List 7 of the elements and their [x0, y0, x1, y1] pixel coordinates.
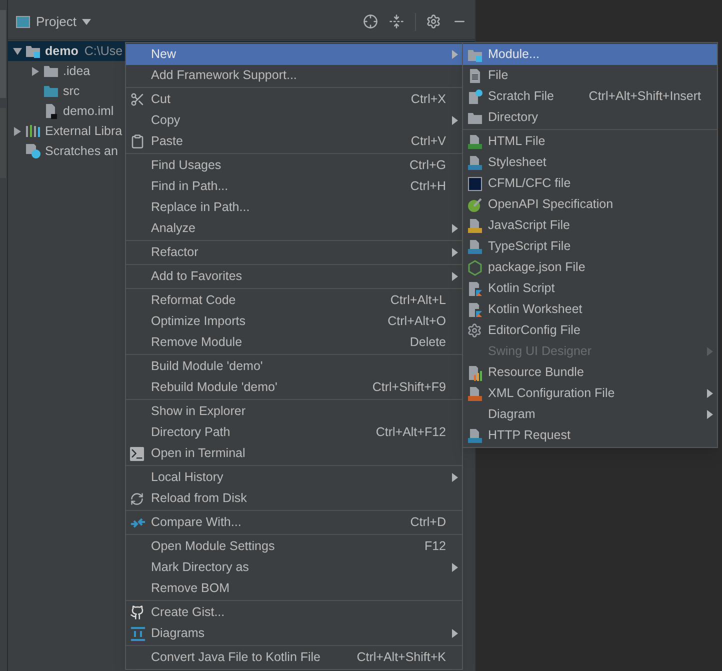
tree-item-label: demo: [45, 42, 78, 60]
tree-item-label: Scratches an: [45, 142, 118, 160]
tree-item-path: C:\Use: [84, 42, 123, 60]
tree-item-label: External Libra: [45, 122, 122, 140]
tree-item-label: demo.iml: [63, 102, 114, 120]
tree-item-label: src: [63, 82, 80, 100]
tree-item-label: .idea: [63, 62, 90, 80]
